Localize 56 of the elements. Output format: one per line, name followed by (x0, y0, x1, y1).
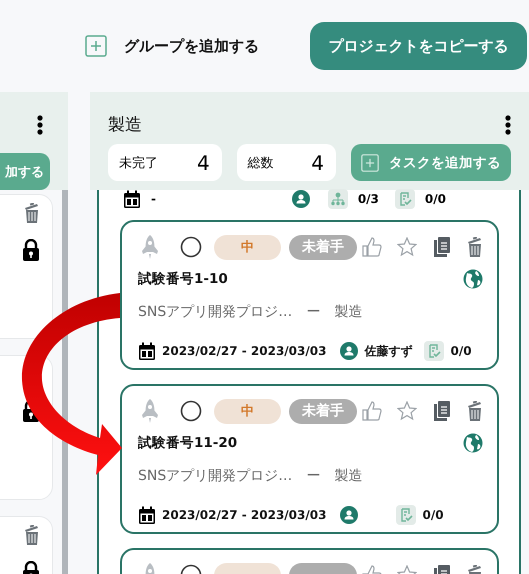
add-task-button[interactable]: タスクを追加する (351, 144, 511, 181)
lock-icon[interactable] (22, 239, 40, 261)
project-name: SNSアプリ開発プロジ… (138, 467, 292, 485)
trash-icon[interactable] (24, 525, 40, 545)
add-task-button[interactable]: 加する (0, 153, 50, 190)
group-name: 製造 (334, 467, 362, 485)
column-title: 製造 (108, 114, 142, 136)
globe-icon[interactable] (463, 269, 483, 289)
completion-checkbox[interactable] (180, 400, 202, 422)
more-icon[interactable] (37, 115, 43, 135)
task-title: 試験番号1-10 (138, 270, 228, 288)
stat-label: 未完了 (119, 154, 158, 172)
stat-value: 4 (197, 150, 210, 174)
thumbs-up-icon[interactable] (362, 237, 382, 257)
copy-project-button[interactable]: プロジェクトをコピーする (310, 22, 527, 70)
checklist-count: 0/0 (422, 508, 444, 522)
avatar-icon (340, 342, 358, 360)
project-name: SNSアプリ開発プロジ… (138, 303, 292, 321)
checklist-count: 0/0 (450, 344, 472, 358)
star-icon[interactable] (397, 237, 417, 257)
completion-checkbox[interactable] (180, 236, 202, 258)
plus-icon (85, 35, 107, 57)
add-group-link[interactable]: グループを追加する (124, 36, 259, 56)
separator-text: ー (306, 303, 320, 321)
avatar-icon (340, 506, 358, 524)
group-name: 製造 (334, 303, 362, 321)
assignee-name: 佐藤すず (364, 342, 412, 360)
task-card[interactable]: 中 未着手 試験番号1-10 SNSアプリ開発プロジ… ー 製造 2023/02/27 - 2023/03/03 佐藤すず 0/0 (120, 220, 499, 370)
more-icon[interactable] (505, 114, 511, 134)
priority-badge[interactable]: 中 (214, 234, 281, 260)
date-range: 2023/02/27 - 2023/03/03 (162, 508, 326, 522)
task-title: 試験番号11-20 (138, 434, 238, 452)
calendar-icon (138, 506, 156, 524)
subtask-count: 0/3 (358, 192, 379, 206)
copy-icon[interactable] (433, 401, 451, 421)
stat-label: 総数 (248, 154, 274, 172)
task-card[interactable]: 中 未着手 試験番号11-20 SNSアプリ開発プロジ… ー 製造 2023/02/27 - 2023/03/03 0/0 (120, 384, 499, 534)
trash-icon[interactable] (467, 237, 483, 257)
status-badge[interactable]: 未着手 (289, 398, 357, 424)
trash-icon[interactable] (467, 401, 483, 421)
stat-value: 4 (311, 150, 324, 174)
plus-icon (361, 152, 379, 174)
checklist-icon (396, 505, 416, 525)
date-range: 2023/02/27 - 2023/03/03 (162, 344, 326, 358)
calendar-icon (138, 342, 156, 360)
date-range: - (151, 192, 156, 206)
separator-text: ー (306, 467, 320, 485)
priority-badge[interactable]: 中 (214, 398, 281, 424)
trash-icon[interactable] (24, 203, 40, 223)
thumbs-up-icon[interactable] (362, 401, 382, 421)
checklist-count: 0/0 (424, 192, 446, 206)
checklist-icon (424, 341, 444, 361)
copy-icon[interactable] (433, 237, 451, 257)
status-badge[interactable]: 未着手 (289, 234, 357, 260)
globe-icon[interactable] (463, 433, 483, 453)
star-icon[interactable] (397, 401, 417, 421)
